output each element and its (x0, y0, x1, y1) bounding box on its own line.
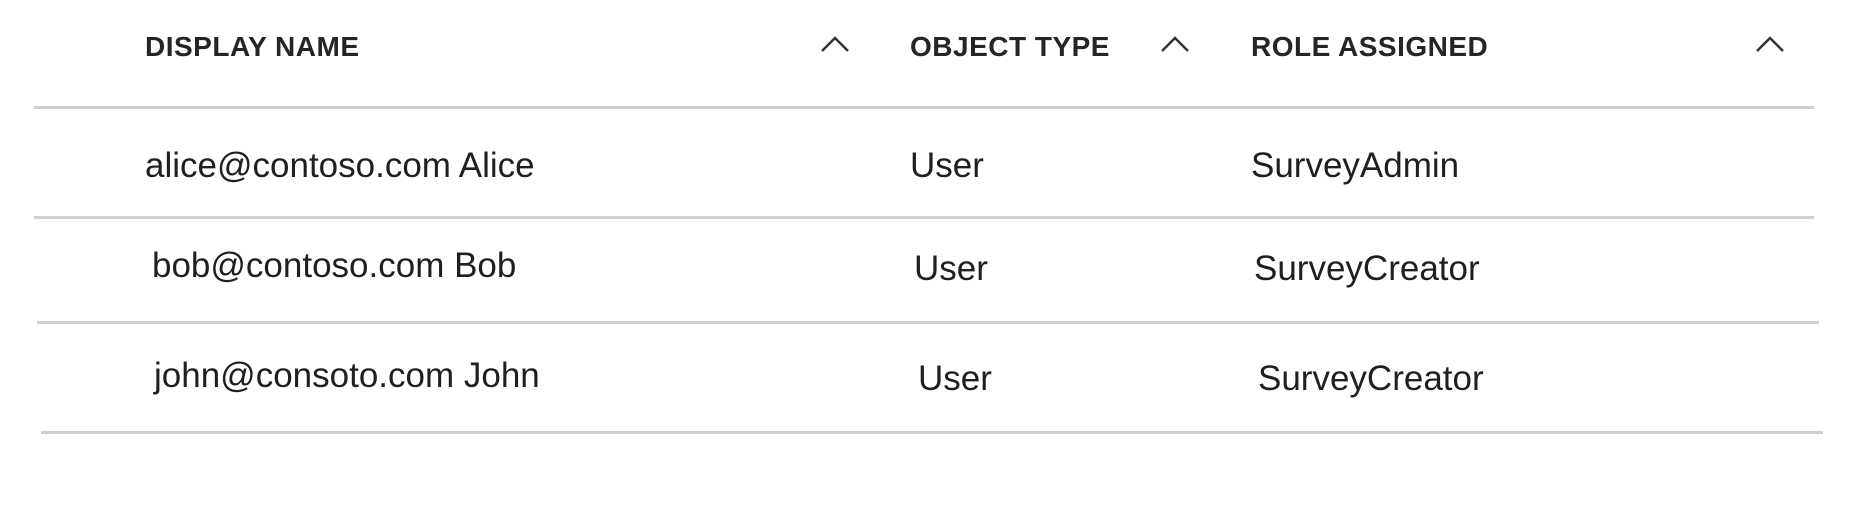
chevron-up-icon[interactable] (1755, 34, 1785, 54)
row-divider (34, 216, 1814, 219)
chevron-up-icon[interactable] (820, 34, 850, 54)
cell-object-type: User (914, 249, 988, 288)
cell-object-type: User (910, 146, 984, 185)
cell-object-type: User (918, 359, 992, 398)
cell-role-assigned: SurveyCreator (1258, 359, 1484, 398)
cell-display-name: john@consoto.com John (154, 356, 540, 395)
row-divider (41, 431, 1823, 434)
role-assignments-table: DISPLAY NAME OBJECT TYPE ROLE ASSIGNED a… (0, 0, 1854, 526)
cell-display-name: bob@contoso.com Bob (152, 246, 517, 285)
cell-role-assigned: SurveyCreator (1254, 249, 1480, 288)
column-header-role-assigned[interactable]: ROLE ASSIGNED (1251, 29, 1488, 65)
header-divider (34, 106, 1814, 109)
cell-display-name: alice@contoso.com Alice (145, 146, 535, 185)
chevron-up-icon[interactable] (1160, 34, 1190, 54)
column-header-object-type[interactable]: OBJECT TYPE (910, 29, 1110, 65)
row-divider (37, 321, 1819, 324)
column-header-display-name[interactable]: DISPLAY NAME (145, 29, 360, 65)
cell-role-assigned: SurveyAdmin (1251, 146, 1460, 185)
